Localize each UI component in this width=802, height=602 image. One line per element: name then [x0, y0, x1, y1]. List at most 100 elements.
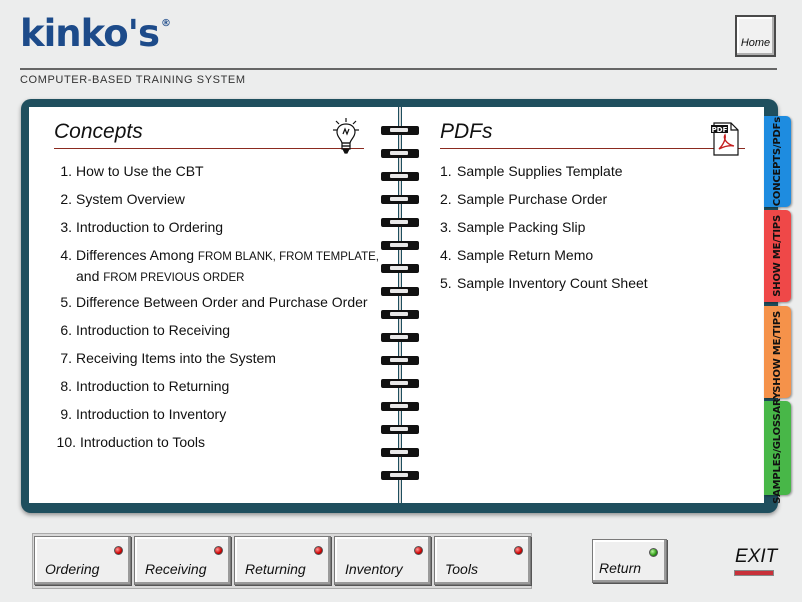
- status-led-icon: [314, 546, 323, 555]
- list-item-number-wrap: 2.: [54, 190, 72, 208]
- list-item-number-wrap: 4.: [440, 246, 453, 264]
- concept-list-item[interactable]: 8. Introduction to Returning: [54, 377, 229, 395]
- exit-button[interactable]: EXIT: [735, 546, 777, 568]
- list-item-number: 2.: [60, 191, 72, 207]
- list-item-number-wrap: 2.: [440, 190, 453, 208]
- concept-list-item[interactable]: 7. Receiving Items into the System: [54, 349, 276, 367]
- pdf-list-item[interactable]: 1. Sample Supplies Template: [440, 162, 623, 180]
- tab-label: SHOW ME/TIPS: [772, 311, 783, 393]
- list-item-text: Introduction to Receiving: [76, 322, 231, 338]
- list-item-number-wrap: 1.: [54, 162, 72, 180]
- list-item-text: Introduction to Tools: [80, 434, 206, 450]
- exit-underline: [734, 570, 774, 576]
- list-item-text: Difference Between Order and Purchase Or…: [76, 294, 368, 310]
- status-led-icon: [414, 546, 423, 555]
- pdf-list-item[interactable]: 5. Sample Inventory Count Sheet: [440, 274, 648, 292]
- lightbulb-icon: [332, 117, 360, 157]
- list-item-text: Receiving Items into the System: [76, 350, 276, 366]
- pdf-list-item[interactable]: 2. Sample Purchase Order: [440, 190, 607, 208]
- registered-mark-icon: ®: [161, 18, 171, 29]
- concept-list-item[interactable]: 6. Introduction to Receiving: [54, 321, 230, 339]
- concept-list-item[interactable]: 4. Differences Among FROM BLANK, FROM TEM…: [54, 246, 379, 288]
- spiral-ring: [381, 402, 419, 411]
- tab-label: CONCEPTS/PDFs: [772, 116, 783, 207]
- concepts-title: Concepts: [54, 120, 143, 143]
- nav-button-tools[interactable]: Tools: [434, 536, 531, 585]
- list-item-number: 8.: [60, 378, 72, 394]
- concept-list-item[interactable]: 1. How to Use the CBT: [54, 162, 204, 180]
- list-item-number: 3.: [440, 219, 452, 235]
- list-item-number: 6.: [60, 322, 72, 338]
- concept-list-item[interactable]: 5. Difference Between Order and Purchase …: [54, 293, 368, 311]
- spiral-ring: [381, 195, 419, 204]
- tab-show-me-tips[interactable]: SHOW ME/TIPS: [764, 306, 791, 398]
- page-subtitle: COMPUTER-BASED TRAINING SYSTEM: [20, 74, 246, 86]
- status-led-icon: [214, 546, 223, 555]
- list-item-number: 4.: [440, 247, 452, 263]
- tab-label: SAMPLES/GLOSSARY: [772, 392, 783, 504]
- list-item-text: Sample Packing Slip: [457, 219, 586, 235]
- return-button[interactable]: Return: [592, 539, 667, 583]
- spiral-ring: [381, 333, 419, 342]
- nav-button-ordering[interactable]: Ordering: [34, 536, 131, 585]
- list-item-text: Sample Return Memo: [457, 247, 594, 263]
- kinkos-logo: kinko's ®: [20, 12, 171, 55]
- tab-concepts-pdfs[interactable]: CONCEPTS/PDFs: [764, 116, 791, 207]
- list-item-text: System Overview: [76, 191, 185, 207]
- spiral-ring: [381, 264, 419, 273]
- list-item-smallcaps: FROM PREVIOUS ORDER: [103, 272, 245, 284]
- nav-button-receiving[interactable]: Receiving: [134, 536, 231, 585]
- pdf-list-item[interactable]: 4. Sample Return Memo: [440, 246, 593, 264]
- pdfs-title-rule: [440, 148, 745, 149]
- return-status-led-icon: [649, 548, 658, 557]
- list-item-number-wrap: 6.: [54, 321, 72, 339]
- list-item-number-wrap: 10.: [54, 433, 76, 451]
- list-item-text: Sample Purchase Order: [457, 191, 608, 207]
- list-item-number: 5.: [440, 275, 452, 291]
- concept-list-item[interactable]: 9. Introduction to Inventory: [54, 405, 226, 423]
- concept-list-item[interactable]: 10. Introduction to Tools: [54, 433, 206, 451]
- list-item-text: Sample Supplies Template: [457, 163, 623, 179]
- nav-button-inventory[interactable]: Inventory: [334, 536, 431, 585]
- list-item-text: Introduction to Ordering: [76, 219, 224, 235]
- list-item-number: 5.: [60, 294, 72, 310]
- list-item-text: How to Use the CBT: [76, 163, 204, 179]
- list-item-number: 4.: [60, 247, 72, 263]
- concept-list-item[interactable]: 2. System Overview: [54, 190, 185, 208]
- nav-button-label: Receiving: [145, 561, 207, 577]
- list-item-number-wrap: 7.: [54, 349, 72, 367]
- list-item-text: Sample Inventory Count Sheet: [457, 275, 648, 291]
- tab-show-me-tips[interactable]: SHOW ME/TIPS: [764, 210, 791, 302]
- nav-button-returning[interactable]: Returning: [234, 536, 331, 585]
- pdf-file-icon: PDF: [710, 122, 740, 156]
- concepts-title-rule: [54, 148, 364, 149]
- spiral-ring: [381, 126, 419, 135]
- tab-samples-glossary[interactable]: SAMPLES/GLOSSARY: [764, 392, 791, 504]
- header-divider: [20, 68, 777, 70]
- spiral-ring: [381, 287, 419, 296]
- list-item-number: 10.: [56, 434, 76, 450]
- list-item-text: Introduction to Inventory: [76, 406, 227, 422]
- notebook-spine: [399, 107, 401, 503]
- list-item-number-wrap: 1.: [440, 162, 453, 180]
- home-button[interactable]: Home: [735, 15, 776, 57]
- spiral-ring: [381, 218, 419, 227]
- return-button-label: Return: [599, 560, 642, 576]
- spiral-ring: [381, 149, 419, 158]
- status-led-icon: [114, 546, 123, 555]
- spiral-ring: [381, 172, 419, 181]
- spiral-ring: [381, 241, 419, 250]
- logo-text: kinko's: [20, 12, 160, 55]
- list-item-number-wrap: 8.: [54, 377, 72, 395]
- concept-list-item[interactable]: 3. Introduction to Ordering: [54, 218, 223, 236]
- list-item-number-wrap: 5.: [54, 293, 72, 311]
- list-item-number: 9.: [60, 406, 72, 422]
- pdf-icon-label: PDF: [712, 126, 728, 134]
- list-item-number-wrap: 4.: [54, 246, 72, 265]
- status-led-icon: [514, 546, 523, 555]
- spiral-ring: [381, 425, 419, 434]
- pdf-list-item[interactable]: 3. Sample Packing Slip: [440, 218, 585, 236]
- list-item-smallcaps: FROM BLANK, FROM TEMPLATE,: [197, 251, 379, 263]
- list-item-number: 3.: [60, 219, 72, 235]
- list-item-number-wrap: 3.: [54, 218, 72, 236]
